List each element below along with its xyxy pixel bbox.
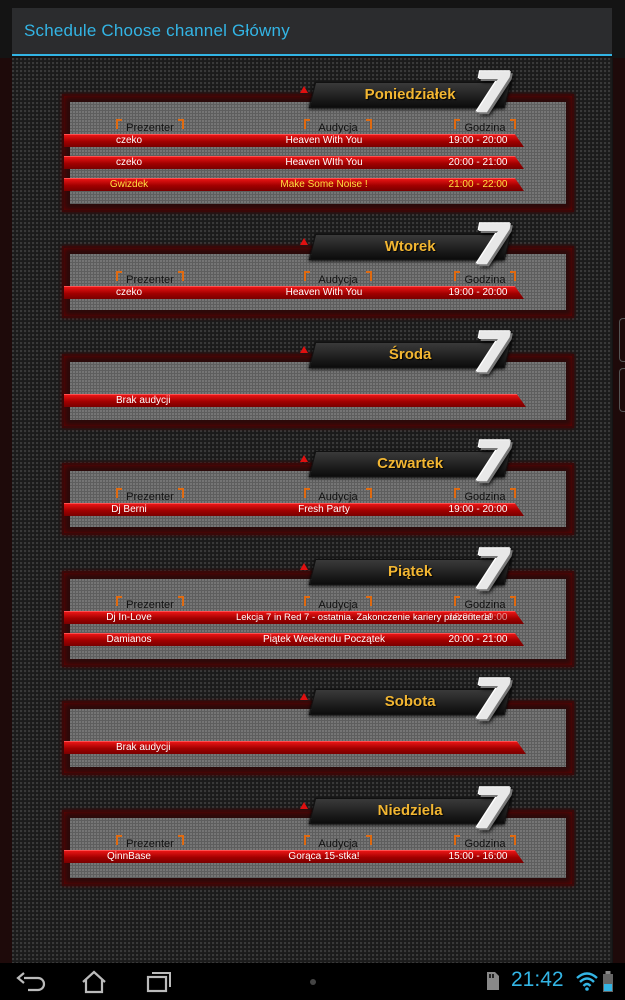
back-icon — [16, 972, 46, 992]
side-handle-lower[interactable] — [619, 368, 625, 412]
row-show: Make Some Noise ! — [280, 179, 368, 190]
row-presenter: Dj In-Love — [106, 612, 152, 623]
row-presenter: Damianos — [106, 634, 152, 645]
column-label-show: Audycja — [304, 119, 372, 135]
no-shows-label: Brak audycji — [116, 395, 171, 406]
day-arrow-icon — [300, 238, 308, 245]
row-hours: 18:00 - 19:00 — [448, 612, 508, 623]
home-icon — [82, 970, 106, 994]
schedule-row[interactable]: Gwizdek Make Some Noise ! 21:00 - 22:00 — [64, 178, 524, 191]
menu-dot-icon[interactable] — [310, 979, 316, 985]
red7-logo: 7 — [472, 668, 511, 733]
row-hours: 20:00 - 21:00 — [448, 634, 508, 645]
system-bar: 21:42 — [0, 963, 625, 1000]
column-label-hour: Godzina — [454, 271, 516, 287]
day-arrow-icon — [300, 693, 308, 700]
schedule-row[interactable]: Dj Berni Fresh Party 19:00 - 20:00 — [64, 503, 524, 516]
column-labels: Prezenter Audycja Godzina — [62, 835, 574, 851]
row-show: Heaven With You — [285, 287, 363, 298]
row-show: Heaven With You — [285, 135, 363, 146]
red7-logo: 7 — [472, 777, 511, 842]
schedule-row[interactable]: Damianos Piątek Weekendu Początek 20:00 … — [64, 633, 524, 646]
row-presenter: czeko — [115, 287, 143, 298]
column-labels: Prezenter Audycja Godzina — [62, 488, 574, 504]
side-handle-upper[interactable] — [619, 318, 625, 362]
schedule-content[interactable]: Poniedziałek 7 Prezenter Audycja Godzina… — [12, 58, 612, 963]
red7-logo: 7 — [472, 61, 511, 126]
row-hours: 15:00 - 16:00 — [448, 851, 508, 862]
row-presenter: Gwizdek — [109, 179, 149, 190]
status-clock: 21:42 — [511, 968, 564, 991]
column-label-hour: Godzina — [454, 835, 516, 851]
column-label-hour: Godzina — [454, 119, 516, 135]
column-label-presenter: Prezenter — [116, 835, 184, 851]
column-labels: Prezenter Audycja Godzina — [62, 271, 574, 287]
column-label-show: Audycja — [304, 835, 372, 851]
row-presenter: Dj Berni — [111, 504, 147, 515]
schedule-row[interactable]: QinnBase Gorąca 15-stka! 15:00 - 16:00 — [64, 850, 524, 863]
row-presenter: czeko — [115, 135, 143, 146]
schedule-row-empty: Brak audycji — [64, 394, 526, 407]
row-hours: 21:00 - 22:00 — [448, 179, 508, 190]
column-label-hour: Godzina — [454, 488, 516, 504]
wifi-icon — [576, 971, 598, 996]
column-label-presenter: Prezenter — [116, 119, 184, 135]
row-presenter: czeko — [115, 157, 143, 168]
red7-logo: 7 — [472, 321, 511, 386]
row-show: Heaven WIth You — [285, 157, 363, 168]
column-labels: Prezenter Audycja Godzina — [62, 596, 574, 612]
action-bar-title: Schedule Choose channel Główny — [24, 21, 290, 40]
day-arrow-icon — [300, 346, 308, 353]
no-shows-label: Brak audycji — [116, 742, 171, 753]
column-label-show: Audycja — [304, 596, 372, 612]
screen: Schedule Choose channel Główny Poniedzia… — [0, 0, 625, 1000]
recent-apps-icon — [146, 972, 171, 993]
row-show: Piątek Weekendu Początek — [262, 634, 386, 645]
schedule-row[interactable]: czeko Heaven With You 19:00 - 20:00 — [64, 286, 524, 299]
red7-logo: 7 — [472, 430, 511, 495]
column-label-presenter: Prezenter — [116, 488, 184, 504]
row-hours: 19:00 - 20:00 — [448, 504, 508, 515]
column-label-presenter: Prezenter — [116, 271, 184, 287]
sd-card-icon — [484, 971, 500, 996]
row-show: Fresh Party — [298, 504, 350, 515]
row-presenter: QinnBase — [107, 851, 151, 862]
row-hours: 19:00 - 20:00 — [448, 287, 508, 298]
column-label-show: Audycja — [304, 488, 372, 504]
battery-icon — [602, 971, 614, 998]
row-hours: 20:00 - 21:00 — [448, 157, 508, 168]
row-hours: 19:00 - 20:00 — [448, 135, 508, 146]
red7-logo: 7 — [472, 538, 511, 603]
column-label-hour: Godzina — [454, 596, 516, 612]
back-button[interactable] — [14, 969, 50, 995]
day-arrow-icon — [300, 563, 308, 570]
day-arrow-icon — [300, 802, 308, 809]
row-show: Gorąca 15-stka! — [288, 851, 360, 862]
home-button[interactable] — [76, 969, 112, 995]
day-arrow-icon — [300, 455, 308, 462]
action-bar: Schedule Choose channel Główny — [12, 8, 612, 56]
schedule-row-empty: Brak audycji — [64, 741, 526, 754]
day-arrow-icon — [300, 86, 308, 93]
column-label-presenter: Prezenter — [116, 596, 184, 612]
column-label-show: Audycja — [304, 271, 372, 287]
column-labels: Prezenter Audycja Godzina — [62, 119, 574, 135]
background-strip-left — [0, 58, 12, 963]
background-strip-right — [613, 58, 625, 963]
recent-apps-button[interactable] — [140, 969, 176, 995]
schedule-row[interactable]: czeko Heaven With You 19:00 - 20:00 — [64, 134, 524, 147]
schedule-row[interactable]: czeko Heaven WIth You 20:00 - 21:00 — [64, 156, 524, 169]
red7-logo: 7 — [472, 213, 511, 278]
schedule-row[interactable]: Dj In-Love Lekcja 7 in Red 7 - ostatnia.… — [64, 611, 524, 624]
